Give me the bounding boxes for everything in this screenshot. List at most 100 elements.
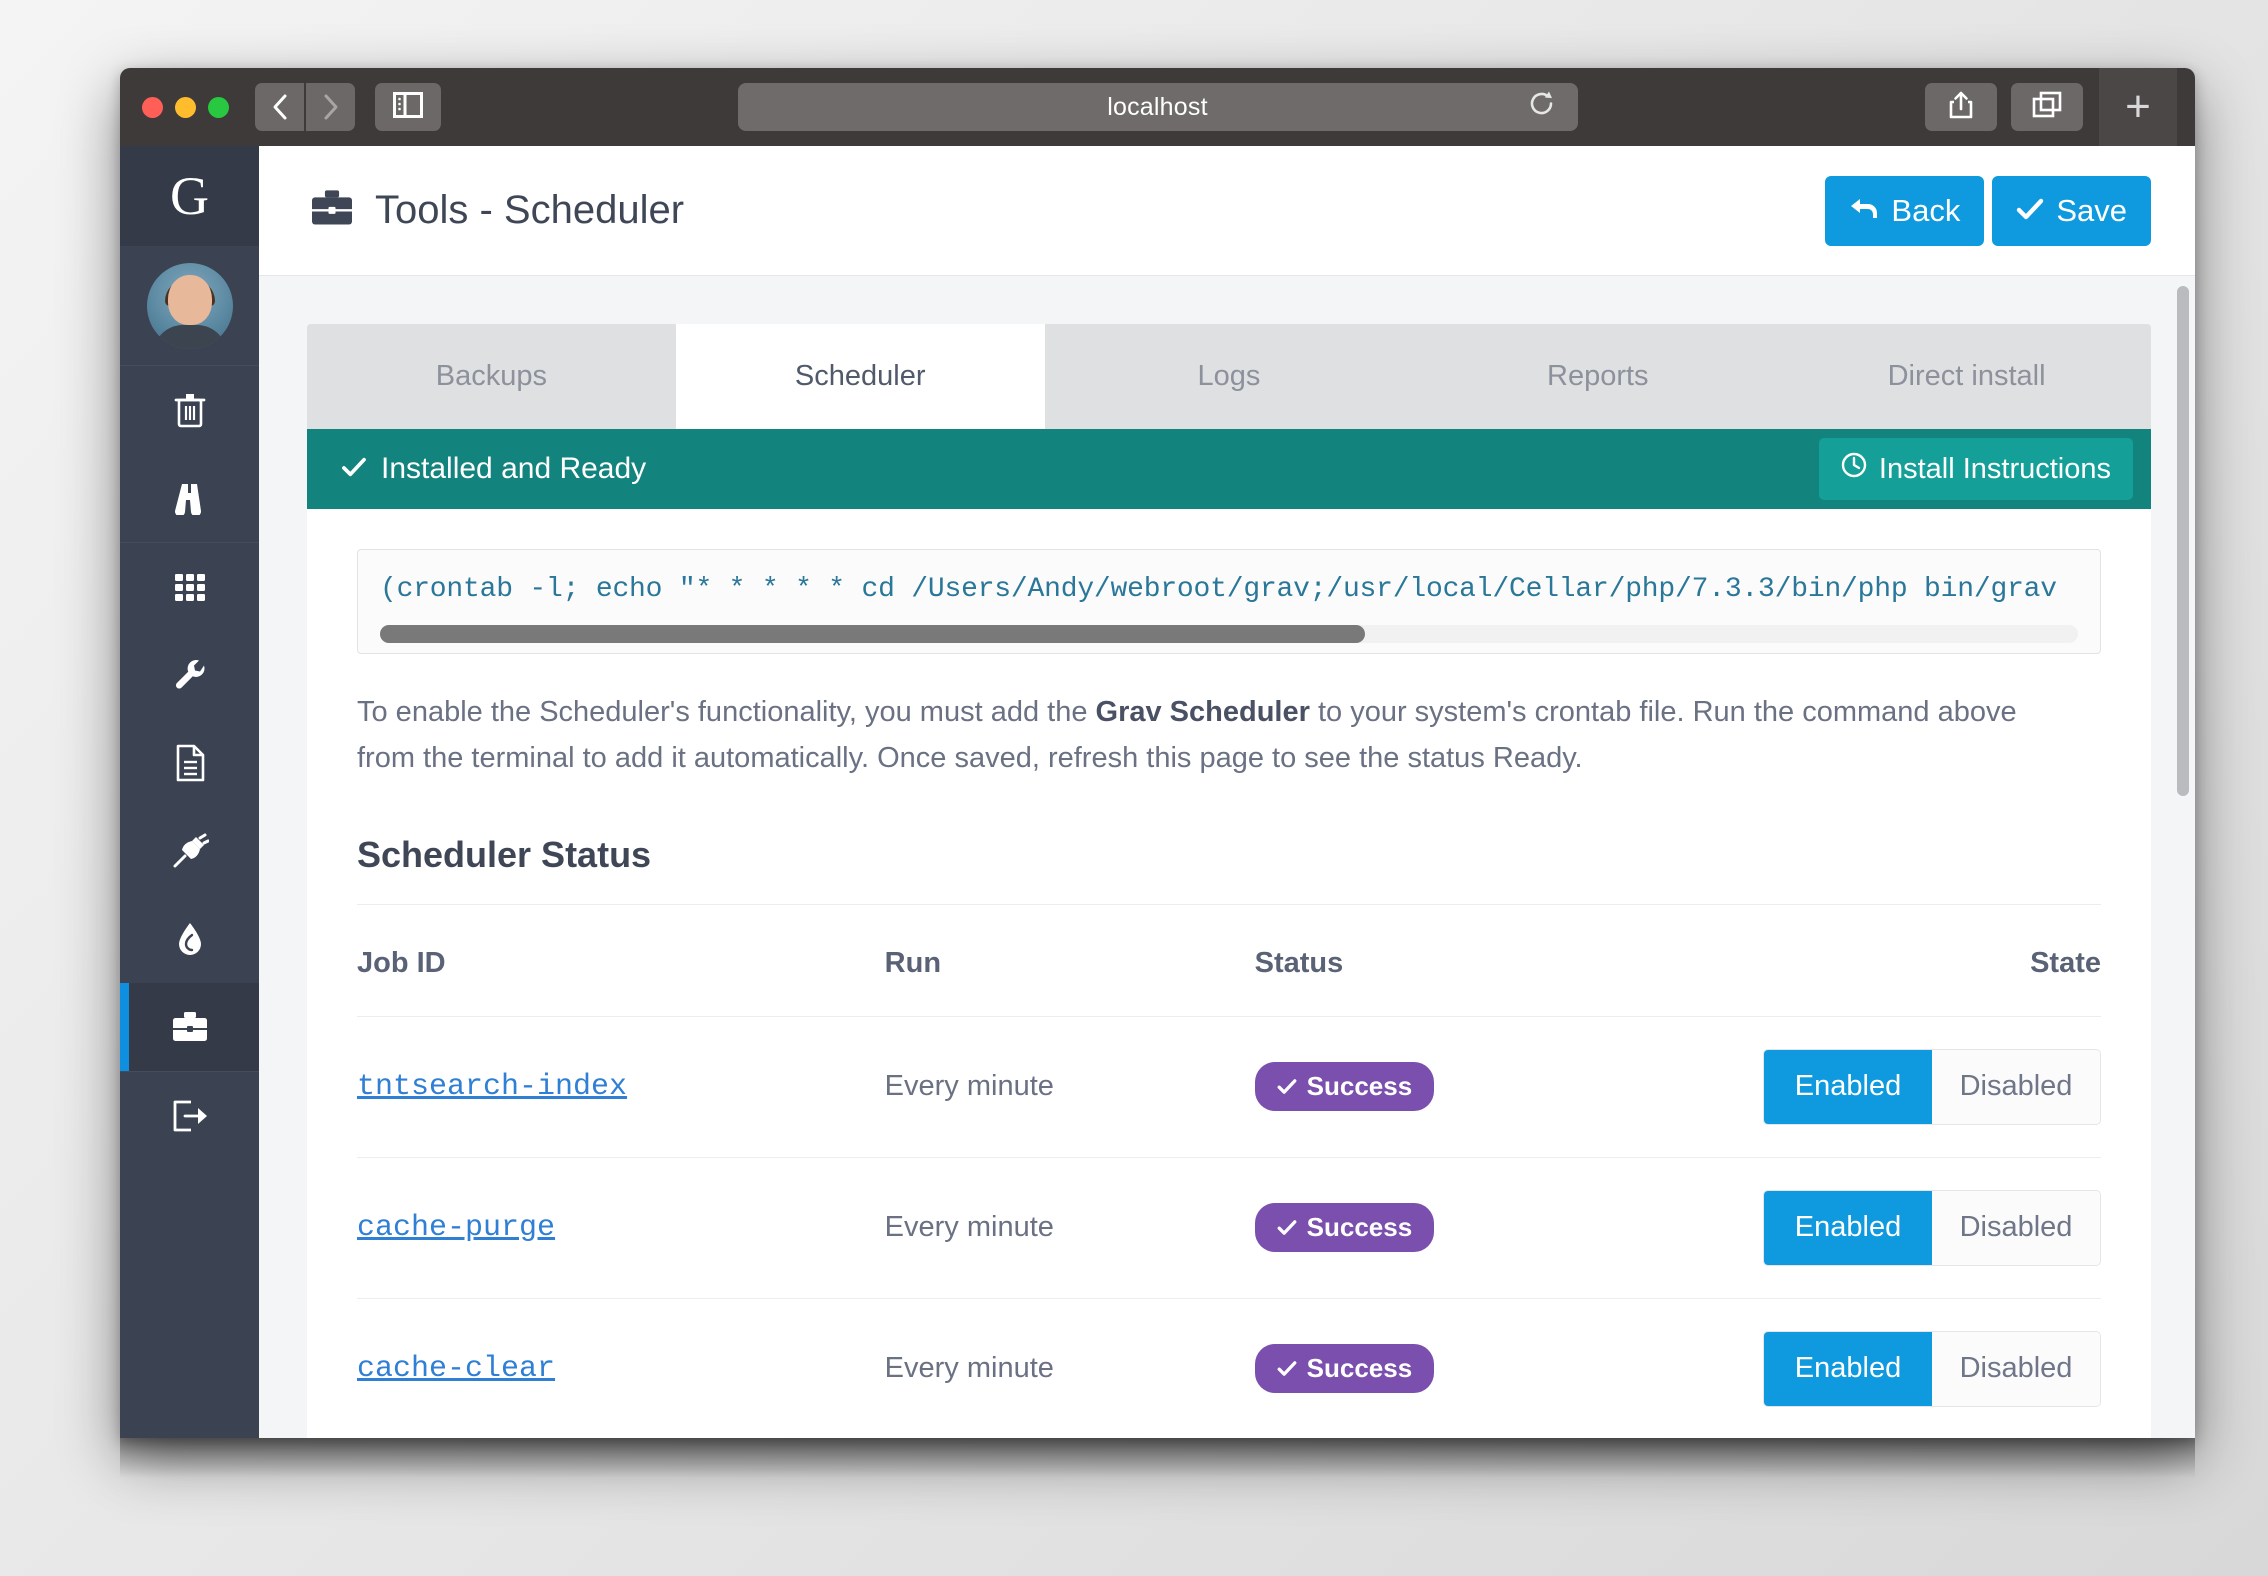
plug-icon xyxy=(171,832,209,870)
sidebar-item-themes[interactable] xyxy=(120,895,259,983)
share-icon xyxy=(1948,90,1974,125)
sidebar-nav-group-1 xyxy=(120,366,259,543)
tab-direct-install[interactable]: Direct install xyxy=(1782,324,2151,429)
app-content-area: G › xyxy=(120,146,2195,1438)
table-head: Job ID Run Status State xyxy=(357,904,2101,1017)
page-title: Tools - Scheduler xyxy=(375,188,685,232)
job-id-link[interactable]: cache-purge xyxy=(357,1211,555,1245)
sidebar-item-plugins[interactable] xyxy=(120,807,259,895)
status-label: Installed and Ready xyxy=(381,452,647,485)
crontab-command-text: (crontab -l; echo "* * * * * cd /Users/A… xyxy=(380,574,2057,605)
tab-backups[interactable]: Backups xyxy=(307,324,676,429)
table-row: cache-purge Every minute Success Enabled… xyxy=(357,1157,2101,1299)
tab-logs[interactable]: Logs xyxy=(1044,324,1414,429)
browser-titlebar: localhost + xyxy=(120,68,2195,146)
save-button[interactable]: Save xyxy=(1992,175,2151,246)
status-badge-label: Success xyxy=(1306,1353,1413,1384)
grav-logo-letter: G xyxy=(170,166,209,226)
new-tab-label: + xyxy=(2125,82,2151,131)
state-toggle-group: Enabled Disabled xyxy=(1763,1330,2101,1407)
status-badge: Installed and Ready xyxy=(341,452,646,486)
avatar[interactable] xyxy=(146,262,233,349)
minimize-window-button[interactable] xyxy=(175,96,196,118)
disable-button[interactable]: Disabled xyxy=(1932,1190,2100,1265)
main-panel: Tools - Scheduler Back Save Backups Sche… xyxy=(259,146,2195,1438)
sidebar-item-tools[interactable] xyxy=(120,983,259,1071)
description-text: To enable the Scheduler's functionality,… xyxy=(357,690,2072,782)
avatar-body xyxy=(152,324,227,349)
tab-scheduler[interactable]: Scheduler xyxy=(675,324,1045,429)
browser-right-actions xyxy=(1925,83,2083,131)
binoculars-icon xyxy=(171,481,209,515)
sidebar-item-pages-grid[interactable] xyxy=(120,543,259,631)
chevron-right-icon xyxy=(321,92,341,122)
close-window-button[interactable] xyxy=(142,96,163,118)
back-button[interactable]: Back xyxy=(1825,175,1985,246)
crontab-command-block[interactable]: (crontab -l; echo "* * * * * cd /Users/A… xyxy=(357,549,2101,654)
state-toggle-group: Enabled Disabled xyxy=(1763,1189,2101,1266)
job-run-text: Every minute xyxy=(884,1352,1054,1385)
tab-label: Logs xyxy=(1197,360,1261,392)
sidebar-item-trash[interactable] xyxy=(120,366,259,454)
column-header-run: Run xyxy=(884,904,1255,1017)
url-bar[interactable]: localhost xyxy=(737,83,1578,131)
new-tab-button[interactable]: + xyxy=(2099,68,2177,146)
status-badge: Success xyxy=(1254,1062,1435,1112)
check-icon xyxy=(2016,193,2044,229)
sidebar-item-pages[interactable] xyxy=(120,719,259,807)
sidebar-item-configuration[interactable] xyxy=(120,631,259,719)
job-id-link[interactable]: cache-clear xyxy=(357,1352,555,1386)
disable-button[interactable]: Disabled xyxy=(1932,1049,2100,1124)
disable-button[interactable]: Disabled xyxy=(1932,1331,2100,1406)
zoom-window-button[interactable] xyxy=(208,96,229,118)
reload-icon[interactable] xyxy=(1528,90,1556,125)
sidebar-item-find[interactable] xyxy=(120,454,259,542)
page-inner: Backups Scheduler Logs Reports Direct in… xyxy=(307,324,2151,1438)
enable-button[interactable]: Enabled xyxy=(1764,1049,1932,1124)
check-icon xyxy=(1277,1212,1297,1243)
grav-logo[interactable]: G › xyxy=(120,146,286,246)
chevron-left-icon xyxy=(270,92,290,122)
check-icon xyxy=(1277,1071,1297,1102)
header-actions: Back Save xyxy=(1825,175,2151,246)
sidebar-toggle-button[interactable] xyxy=(375,83,441,131)
briefcase-icon xyxy=(309,188,355,233)
description-part1: To enable the Scheduler's functionality,… xyxy=(357,696,1096,728)
briefcase-icon xyxy=(171,1010,209,1044)
job-id-link[interactable]: tntsearch-index xyxy=(357,1070,627,1104)
column-header-job-id: Job ID xyxy=(357,904,885,1017)
share-button[interactable] xyxy=(1925,83,1997,131)
app-sidebar: G › xyxy=(120,146,286,1438)
forward-button[interactable] xyxy=(306,83,355,131)
section-title: Scheduler Status xyxy=(357,834,2101,905)
install-instructions-button[interactable]: Install Instructions xyxy=(1818,438,2133,500)
tab-reports[interactable]: Reports xyxy=(1413,324,1783,429)
page-vertical-scrollbar[interactable] xyxy=(2177,286,2189,796)
file-icon xyxy=(174,744,206,782)
back-button[interactable] xyxy=(255,83,304,131)
code-horizontal-scrollbar[interactable] xyxy=(380,625,2078,643)
check-icon xyxy=(1277,1353,1297,1384)
url-text: localhost xyxy=(1107,92,1208,121)
trash-icon xyxy=(173,391,207,429)
sidebar-item-logout[interactable] xyxy=(120,1072,259,1160)
enable-button[interactable]: Enabled xyxy=(1764,1190,1932,1265)
status-badge: Success xyxy=(1254,1344,1435,1394)
column-header-status: Status xyxy=(1254,904,1763,1017)
wrench-icon xyxy=(172,657,208,693)
tab-overview-button[interactable] xyxy=(2011,83,2083,131)
code-scrollbar-thumb[interactable] xyxy=(380,625,1365,643)
grid-icon xyxy=(173,570,207,604)
logout-icon xyxy=(171,1099,209,1133)
sidebar-toggle-icon xyxy=(393,91,423,123)
table-body: tntsearch-index Every minute Success Ena… xyxy=(357,1016,2101,1438)
check-icon xyxy=(341,452,367,486)
browser-window: localhost + G Tools - Scheduler Back Sav… xyxy=(120,68,2195,1438)
status-badge-label: Success xyxy=(1306,1212,1413,1243)
traffic-lights xyxy=(142,96,229,118)
tab-label: Direct install xyxy=(1887,360,2046,392)
window-bottom-shadow xyxy=(120,1438,2195,1478)
avatar-block[interactable] xyxy=(120,246,259,366)
job-run-text: Every minute xyxy=(884,1211,1054,1244)
enable-button[interactable]: Enabled xyxy=(1764,1331,1932,1406)
